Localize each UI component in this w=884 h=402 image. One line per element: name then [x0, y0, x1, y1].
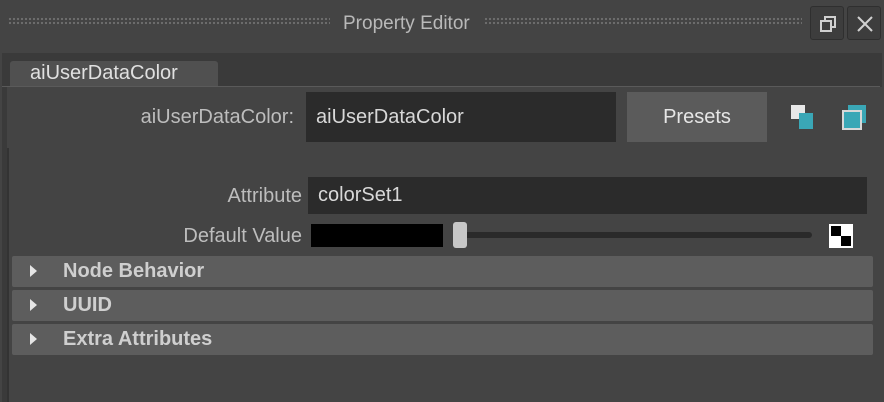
section-title: UUID: [63, 294, 112, 316]
expand-arrow-icon: [30, 265, 37, 277]
restore-window-button[interactable]: [810, 6, 844, 40]
section-title: Extra Attributes: [63, 328, 213, 350]
attribute-field[interactable]: colorSet1: [308, 177, 867, 214]
section-node-behavior[interactable]: Node Behavior: [12, 256, 873, 287]
default-color-swatch[interactable]: [311, 224, 443, 247]
default-value-label: Default Value: [183, 225, 302, 247]
attribute-label: Attribute: [227, 185, 302, 207]
expand-arrow-icon: [30, 299, 37, 311]
default-value-slider-handle[interactable]: [453, 222, 467, 248]
drag-grip-left[interactable]: [8, 17, 330, 25]
node-name-label: aiUserDataColor:: [140, 106, 294, 128]
restore-window-icon: [820, 16, 836, 32]
tab-aiuserdatacolor[interactable]: aiUserDataColor: [10, 61, 218, 87]
map-texture-button[interactable]: [829, 224, 853, 248]
copy-tab-icon[interactable]: [840, 103, 868, 131]
window-title: Property Editor: [343, 13, 470, 34]
section-uuid[interactable]: UUID: [12, 290, 873, 321]
section-title: Node Behavior: [63, 260, 205, 282]
title-bar: Property Editor: [0, 0, 884, 50]
input-output-icon[interactable]: [789, 103, 817, 131]
expand-arrow-icon: [30, 333, 37, 345]
default-value-slider-track[interactable]: [460, 232, 812, 238]
content-left-edge: [7, 148, 9, 402]
section-extra-attributes[interactable]: Extra Attributes: [12, 324, 873, 355]
drag-grip-right[interactable]: [484, 17, 802, 25]
node-name-field[interactable]: aiUserDataColor: [306, 92, 616, 142]
presets-button[interactable]: Presets: [627, 92, 767, 142]
close-button[interactable]: [847, 6, 881, 40]
tab-label: aiUserDataColor: [30, 62, 178, 84]
close-icon: [857, 16, 873, 32]
